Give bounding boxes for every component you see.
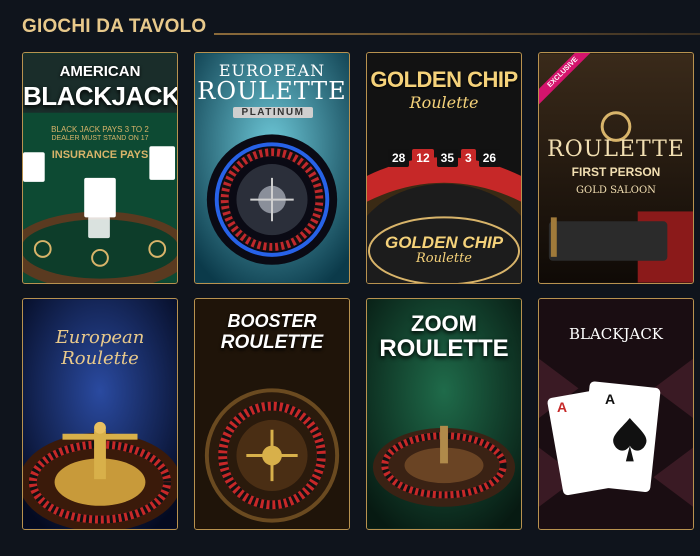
game-tile-zoom-roulette[interactable]: ZOOM ROULETTE: [366, 298, 522, 530]
game-title-line: ROULETTE: [379, 335, 509, 362]
wheel-number: 26: [478, 149, 501, 167]
game-title-line: GOLDEN CHIP: [370, 67, 518, 92]
game-title-line: ROULETTE: [197, 77, 347, 105]
game-title-line: BLACKJACK: [568, 325, 664, 343]
felt-text: DEALER MUST STAND ON 17: [51, 135, 149, 142]
wheel-number: 28: [387, 149, 410, 167]
game-title-line: Roulette: [416, 251, 472, 266]
game-title-line: ZOOM: [411, 311, 477, 336]
game-title-line: ROULETTE: [220, 332, 324, 353]
game-tile-european-roulette-platinum[interactable]: EUROPEAN ROULETTE PLATINUM: [194, 52, 350, 284]
game-tile-roulette-first-person-gold-saloon[interactable]: EXCLUSIVE ROULETTE FIRST PERSON GOLD SAL…: [538, 52, 694, 284]
game-title-line: GOLD SALOON: [576, 185, 656, 196]
game-tile-american-blackjack[interactable]: AMERICAN BLACKJACK BLACK JACK PAYS 3 TO …: [22, 52, 178, 284]
card-rank: A: [557, 399, 568, 415]
card-rank: A: [605, 391, 616, 407]
game-title-line: Roulette: [409, 93, 479, 112]
game-tile-golden-chip-roulette[interactable]: GOLDEN CHIP Roulette 28 12 35 3 26 GOLDE…: [366, 52, 522, 284]
game-title-line: BLACKJACK: [23, 81, 178, 111]
wheel-number: 3: [461, 149, 476, 167]
game-title-line: ROULETTE: [547, 137, 685, 162]
game-title-line: BOOSTER: [227, 311, 317, 331]
felt-text: INSURANCE PAYS: [51, 149, 149, 161]
game-tile-european-roulette[interactable]: European Roulette: [22, 298, 178, 530]
game-edition-badge: PLATINUM: [233, 107, 313, 118]
game-title-line: AMERICAN: [59, 63, 141, 80]
felt-text: BLACK JACK PAYS 3 TO 2: [51, 125, 149, 134]
game-tile-blackjack[interactable]: BLACKJACK A A: [538, 298, 694, 530]
game-title-line: GOLDEN CHIP: [384, 233, 504, 252]
wheel-number: 35: [436, 149, 459, 167]
game-title-line: European Roulette: [55, 327, 145, 369]
game-tile-booster-roulette[interactable]: BOOSTER ROULETTE: [194, 298, 350, 530]
section-title: GIOCHI DA TAVOLO: [22, 16, 207, 37]
game-title-line: FIRST PERSON: [571, 165, 661, 179]
section-divider: [214, 33, 700, 35]
wheel-number: 12: [412, 149, 434, 167]
